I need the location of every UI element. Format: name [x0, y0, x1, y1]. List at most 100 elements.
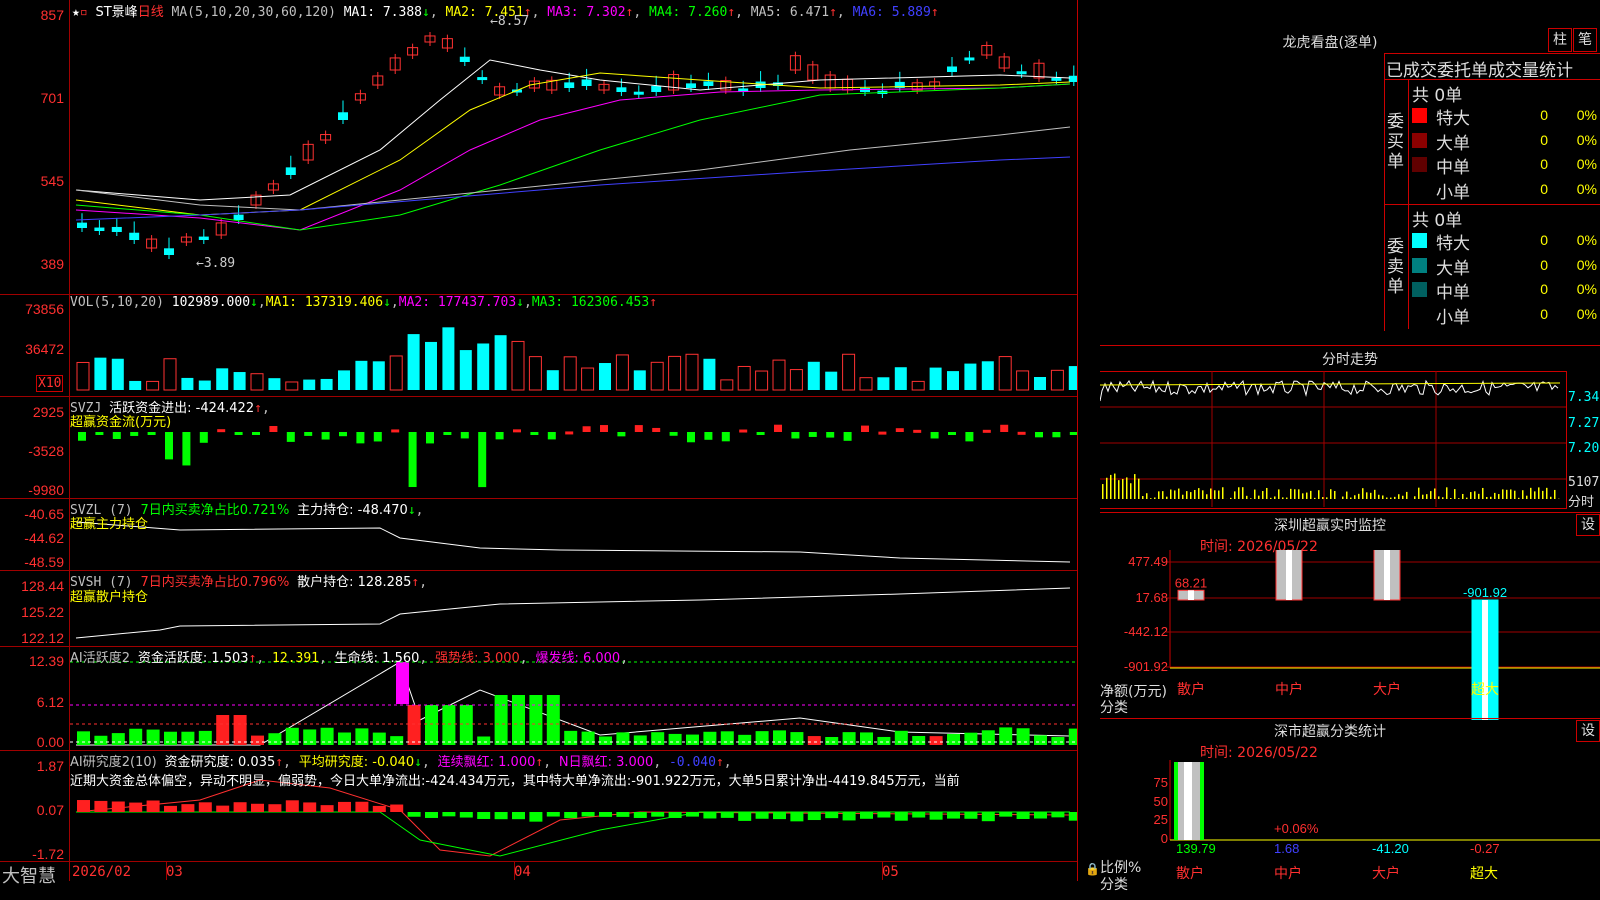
vol-unit-badge[interactable]: X10: [36, 375, 64, 392]
category-label: 大户: [1372, 865, 1400, 881]
svzj-bar: [165, 432, 173, 460]
ai2-bar: [164, 805, 177, 812]
date-label: 05: [882, 864, 899, 880]
ma-line: [75, 83, 1071, 231]
ma-line: [75, 59, 1071, 201]
fenshi-chart[interactable]: [1100, 371, 1600, 511]
y-tick: 122.12: [21, 630, 64, 646]
ai2-bar: [355, 801, 369, 812]
row-name: 特大: [1436, 109, 1470, 129]
fs-vol: [1258, 495, 1260, 499]
ai2-bar: [251, 803, 264, 812]
ai2-bar: [111, 801, 125, 812]
fs-vol: [1146, 493, 1148, 499]
ai2-bar: [268, 804, 282, 812]
vol-bar: [76, 361, 90, 391]
ai2-bar: [929, 812, 943, 820]
svzj-bar: [774, 424, 782, 432]
svzj-bar: [130, 432, 139, 436]
fs-vol: [1350, 497, 1352, 499]
ai-bar: [964, 732, 978, 745]
ai2-bar: [198, 802, 212, 812]
vol-bar: [198, 380, 211, 390]
vol-bar: [615, 354, 629, 391]
buy-total: 共 0单: [1412, 86, 1463, 106]
vol-bar: [981, 361, 994, 390]
svzj-bar: [356, 432, 365, 444]
stat-xlabel: 分类: [1100, 877, 1128, 893]
settings-button[interactable]: 设: [1576, 514, 1600, 536]
settings-button[interactable]: 设: [1576, 720, 1600, 742]
ai-bar: [477, 736, 491, 745]
vol-bar: [789, 369, 803, 391]
fs-vol: [1478, 493, 1480, 499]
svzj-bar: [182, 432, 191, 466]
row-percent: 0%: [1576, 156, 1597, 172]
ai2-bar: [790, 812, 804, 822]
candle-body: [477, 77, 488, 81]
category-label: 中户: [1275, 681, 1303, 697]
svzj-bar: [1017, 431, 1026, 435]
ai2-bar: [755, 812, 769, 819]
bar-mode-button[interactable]: 柱: [1548, 28, 1572, 52]
fs-vol: [1386, 497, 1388, 499]
y-tick: 0.00: [36, 734, 64, 750]
fs-vol: [1366, 492, 1368, 499]
lock-icon[interactable]: 🔒: [1085, 862, 1100, 876]
fs-vol: [1230, 497, 1232, 499]
ai-bar: [616, 732, 630, 745]
fs-vol: [1134, 474, 1136, 499]
fs-vol: [1298, 489, 1300, 499]
date-label: 2026/02: [72, 864, 132, 880]
svzj-bar: [600, 425, 608, 432]
svzj-bar: [791, 432, 800, 439]
ai2-bar: [512, 812, 525, 820]
ai2-bar: [860, 812, 873, 819]
fs-vol: [1326, 497, 1328, 499]
tick-mode-button[interactable]: 笔: [1573, 28, 1597, 52]
y-tick: 25: [1154, 812, 1168, 827]
candle-body: [616, 87, 627, 92]
fs-vol: [1426, 494, 1428, 499]
tab-filled[interactable]: 已成交委托单成交量统计: [1386, 56, 1573, 81]
vol-bar: [355, 360, 368, 390]
fs-vol: [1358, 493, 1360, 499]
fs-vol: [1254, 489, 1256, 499]
row-percent: 0%: [1576, 131, 1597, 148]
ai-bar: [164, 731, 177, 745]
fs-vol: [1182, 494, 1184, 499]
fs-vol: [1438, 496, 1440, 499]
vol-bar: [338, 370, 350, 390]
chart-canvas[interactable]: [0, 0, 1077, 880]
svzj-bar: [582, 426, 591, 432]
fs-vol: [1138, 478, 1140, 499]
candle-body: [651, 85, 662, 92]
fs-vol: [1302, 493, 1304, 499]
fs-vol: [1102, 484, 1104, 499]
color-swatch: [1412, 157, 1427, 172]
svzj-bar: [495, 432, 504, 440]
vol-bar: [268, 378, 281, 390]
color-swatch: [1412, 233, 1427, 248]
color-swatch: [1412, 132, 1427, 148]
vol-bar: [755, 370, 769, 391]
ai-bar: [651, 732, 665, 745]
vol-bar: [842, 353, 856, 391]
brand-logo: 大智慧: [2, 866, 56, 887]
vol-bar: [720, 379, 734, 391]
stat-bar-highlight: [1184, 762, 1192, 840]
row-count: 0: [1540, 232, 1548, 248]
vol-bar: [772, 359, 786, 391]
row-name: 大单: [1436, 258, 1470, 279]
ai1-header: AI活跃度2 资金活跃度: 1.503↑, 12.391, 生命线: 1.560…: [70, 651, 629, 666]
color-swatch: [1412, 182, 1427, 197]
ai-bar: [947, 733, 960, 745]
candle-body: [633, 91, 644, 95]
fs-vol: [1206, 494, 1208, 499]
ai-bar: [338, 732, 351, 745]
vol-bar: [911, 380, 925, 391]
ai2-bar: [390, 804, 404, 812]
fs-vol: [1218, 490, 1220, 499]
candle-body: [1051, 77, 1062, 81]
y-tick: 0: [1161, 831, 1168, 846]
